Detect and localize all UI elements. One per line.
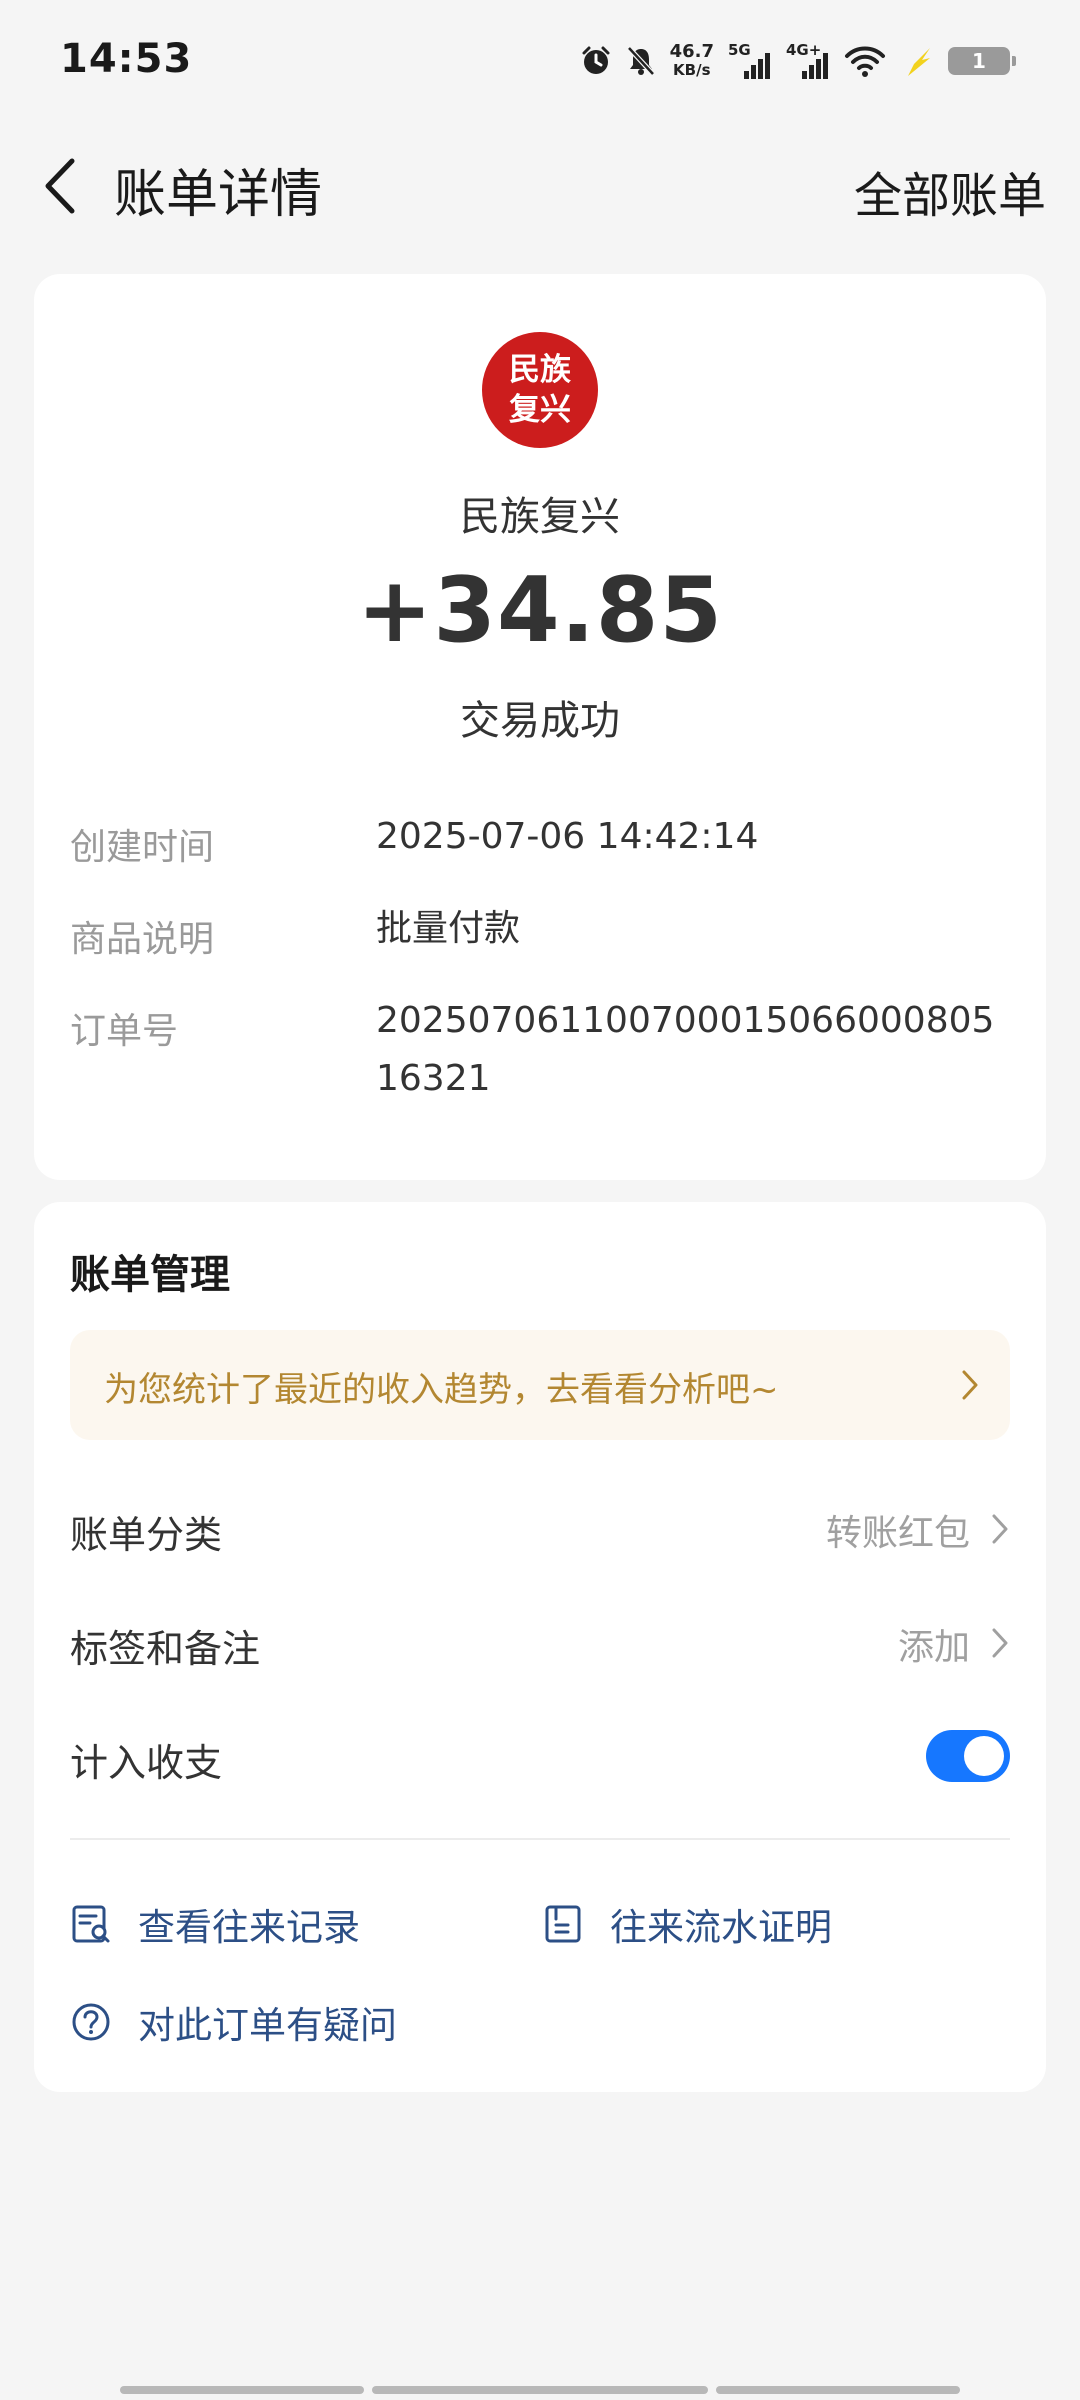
transaction-amount: +34.85 xyxy=(356,558,724,663)
count-in-balance-row: 计入收支 xyxy=(70,1710,1010,1800)
row-label: 账单分类 xyxy=(70,1513,223,1557)
statement-icon xyxy=(542,1903,584,1945)
chevron-left-icon xyxy=(45,158,75,214)
bill-detail-page: 14:53 46.7 KB/s 5G 4G+ 1 账单详情 全部账单 民族复兴 … xyxy=(0,0,1080,2400)
transaction-status: 交易成功 xyxy=(460,698,620,744)
all-bills-link[interactable]: 全部账单 xyxy=(854,156,1046,226)
income-trend-tip[interactable]: 为您统计了最近的收入趋势，去看看分析吧~ xyxy=(70,1330,1010,1440)
row-label: 计入收支 xyxy=(70,1741,223,1785)
back-button[interactable] xyxy=(30,154,90,218)
count-in-balance-toggle[interactable] xyxy=(926,1730,1010,1782)
link-label: 对此订单有疑问 xyxy=(138,2004,397,2047)
statement-proof-link[interactable]: 往来流水证明 xyxy=(542,1894,832,1954)
alarm-icon xyxy=(580,45,612,77)
home-indicator xyxy=(716,2386,960,2394)
bill-category-row[interactable]: 账单分类 转账红包 xyxy=(70,1482,1010,1572)
detail-label: 订单号 xyxy=(70,1011,179,1052)
tip-text: 为您统计了最近的收入趋势，去看看分析吧~ xyxy=(104,1370,779,1410)
toggle-knob xyxy=(964,1736,1004,1776)
detail-label: 商品说明 xyxy=(70,919,215,960)
order-question-link[interactable]: 对此订单有疑问 xyxy=(70,1992,397,2052)
network-speed-value: 46.7 xyxy=(669,41,714,62)
charging-icon xyxy=(900,44,934,78)
chevron-right-icon xyxy=(962,1370,978,1400)
home-indicator xyxy=(120,2386,364,2394)
question-icon xyxy=(70,2001,112,2043)
detail-label: 创建时间 xyxy=(70,827,215,868)
tags-notes-row[interactable]: 标签和备注 添加 xyxy=(70,1596,1010,1686)
detail-value: 2025-07-06 14:42:14 xyxy=(376,816,759,857)
status-time: 14:53 xyxy=(60,36,193,82)
mute-icon xyxy=(626,45,656,77)
chevron-right-icon xyxy=(992,1628,1008,1658)
bill-management-card: 账单管理 为您统计了最近的收入趋势，去看看分析吧~ 账单分类 转账红包 标签和备… xyxy=(34,1202,1046,2092)
status-icons: 46.7 KB/s 5G 4G+ 1 xyxy=(580,38,1016,84)
section-title: 账单管理 xyxy=(70,1252,230,1298)
home-indicator xyxy=(372,2386,708,2394)
view-records-link[interactable]: 查看往来记录 xyxy=(70,1894,360,1954)
status-bar: 14:53 46.7 KB/s 5G 4G+ 1 xyxy=(0,0,1080,120)
network-speed: 46.7 KB/s xyxy=(669,41,714,80)
transaction-card: 民族复兴 民族复兴 +34.85 交易成功 创建时间 2025-07-06 14… xyxy=(34,274,1046,1180)
order-number-value[interactable]: 20250706110070001506600080516321 xyxy=(376,992,1010,1108)
row-value: 转账红包 xyxy=(825,1513,970,1554)
signal-5g-icon: 5G xyxy=(728,41,772,81)
merchant-name: 民族复兴 xyxy=(460,494,620,540)
battery-icon: 1 xyxy=(948,47,1016,75)
record-search-icon xyxy=(70,1903,112,1945)
battery-level: 1 xyxy=(972,49,986,73)
row-label: 标签和备注 xyxy=(70,1627,261,1671)
page-title: 账单详情 xyxy=(114,165,323,225)
merchant-logo: 民族复兴 xyxy=(482,332,598,448)
link-label: 往来流水证明 xyxy=(610,1906,832,1949)
signal-4g-icon: 4G+ xyxy=(786,41,830,81)
link-label: 查看往来记录 xyxy=(138,1906,360,1949)
nav-bar: 账单详情 全部账单 xyxy=(0,130,1080,240)
chevron-right-icon xyxy=(992,1514,1008,1544)
network-speed-unit: KB/s xyxy=(673,61,711,79)
detail-value: 批量付款 xyxy=(376,908,521,949)
divider xyxy=(70,1838,1010,1840)
row-value: 添加 xyxy=(897,1627,970,1668)
wifi-icon xyxy=(844,44,886,78)
